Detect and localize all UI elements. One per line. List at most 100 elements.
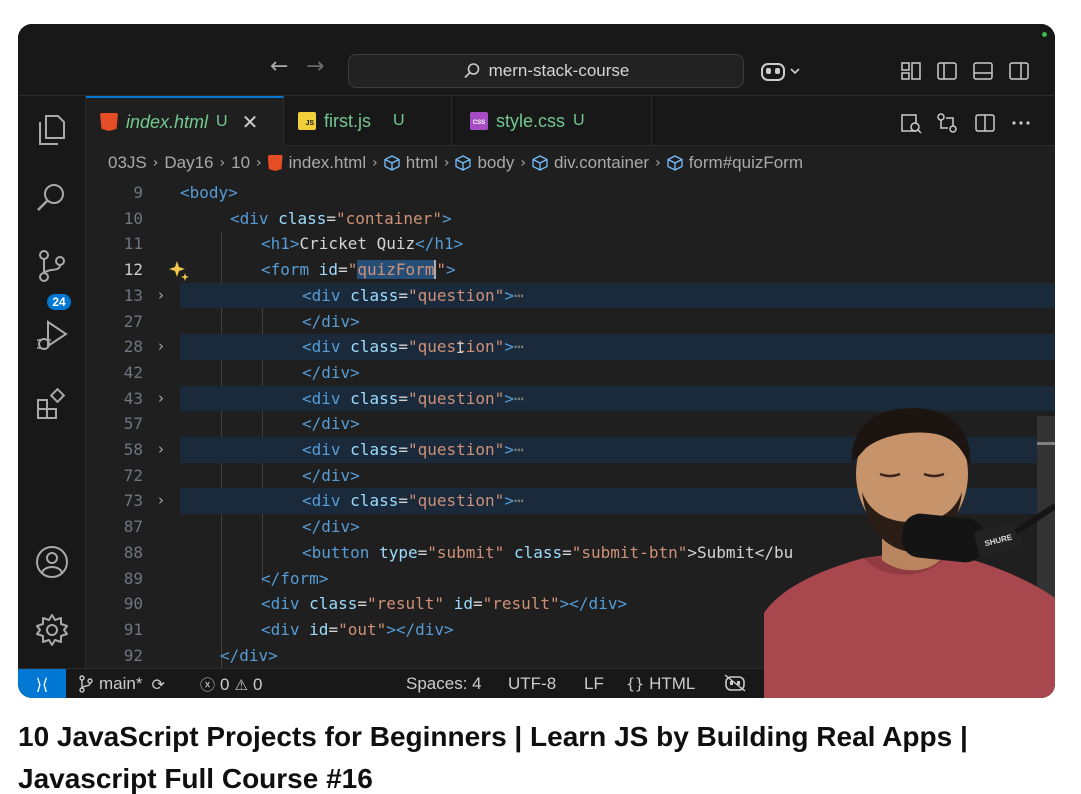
extensions-icon[interactable] [34, 386, 70, 422]
toggle-panel-icon[interactable] [972, 60, 994, 82]
presenter-webcam: SHURE [764, 408, 1055, 698]
code-token: "question" [407, 388, 505, 408]
remote-indicator-icon[interactable]: ⟩⟨ [18, 669, 66, 698]
code-token: </div> [302, 414, 360, 434]
folded-ellipsis[interactable]: ⋯ [514, 491, 524, 510]
chevron-right-icon: › [372, 155, 378, 171]
tab-label: first.js [324, 110, 371, 131]
code-line-folded[interactable]: 13 › <div class="question">⋯ [86, 282, 1055, 309]
indentation-status[interactable]: Spaces: 4 [406, 674, 482, 694]
source-control-icon[interactable] [34, 248, 70, 284]
compare-changes-icon[interactable] [936, 112, 958, 134]
fold-chevron-icon[interactable]: › [158, 386, 164, 412]
code-token: <div [261, 619, 310, 639]
forward-arrow-icon[interactable]: → [306, 56, 324, 78]
code-token: = [326, 208, 336, 228]
breadcrumb-item[interactable]: form#quizForm [689, 153, 803, 173]
fold-chevron-icon[interactable]: › [158, 334, 164, 360]
breadcrumb-item[interactable]: index.html [289, 153, 366, 173]
breadcrumb: 03JS › Day16 › 10 › index.html › html › … [86, 146, 1055, 180]
activity-bar: 24 [18, 96, 86, 668]
fold-chevron-icon[interactable]: › [158, 283, 164, 309]
encoding-status[interactable]: UTF-8 [508, 674, 556, 694]
toggle-primary-sidebar-icon[interactable] [936, 60, 958, 82]
code-line[interactable]: 42 </div> [86, 360, 1055, 386]
code-token: <div [302, 337, 351, 357]
language-label: HTML [649, 674, 696, 693]
code-token: ></div> [559, 594, 628, 614]
split-editor-icon[interactable] [974, 112, 996, 134]
code-token: class [350, 388, 399, 408]
code-line[interactable]: 27 </div> [86, 309, 1055, 335]
tab-label: style.css [496, 110, 566, 131]
folded-ellipsis[interactable]: ⋯ [514, 389, 524, 408]
tab-style-css[interactable]: CSS style.css U [452, 96, 652, 146]
code-line-current[interactable]: 12 <form id="quizForm "> [86, 257, 1055, 283]
chevron-right-icon: › [655, 155, 661, 171]
code-token: class [350, 440, 399, 459]
code-line[interactable]: 11 <h1>Cricket Quiz</h1> [86, 231, 1055, 257]
customize-layout-icon[interactable] [900, 60, 922, 82]
error-icon: ⓧ [200, 676, 216, 694]
folded-ellipsis[interactable]: ⋯ [514, 440, 524, 459]
code-line-folded[interactable]: 28 › <div class="question">⋯ [86, 334, 1055, 360]
fold-chevron-icon[interactable]: › [158, 437, 164, 463]
open-preview-icon[interactable] [900, 112, 922, 134]
eol-label: LF [584, 674, 604, 693]
warning-icon: ⚠ [234, 675, 248, 694]
eol-status[interactable]: LF [584, 674, 604, 694]
line-number: 13 [123, 285, 143, 305]
code-token: " [347, 260, 358, 280]
breadcrumb-item[interactable]: div.container [554, 153, 649, 173]
js-file-icon: JS [298, 112, 316, 130]
folded-ellipsis[interactable]: ⋯ [514, 337, 524, 356]
code-token: ></div> [386, 619, 454, 639]
braces-icon: {} [626, 675, 645, 693]
code-line[interactable]: 9 <body> [86, 180, 1055, 206]
command-center-search[interactable]: mern-stack-course [348, 54, 744, 88]
breadcrumb-item[interactable]: html [406, 153, 438, 173]
code-token: "submit" [427, 542, 505, 562]
code-token: <div [302, 285, 351, 305]
code-token: "question" [407, 440, 505, 459]
line-number: 43 [123, 388, 143, 408]
line-number: 42 [123, 362, 143, 382]
video-title[interactable]: 10 JavaScript Projects for Beginners | L… [18, 716, 1068, 794]
code-token: "container" [335, 208, 442, 228]
language-mode-status[interactable]: {} HTML [626, 674, 695, 694]
run-and-debug-icon[interactable] [34, 318, 70, 354]
breadcrumb-item[interactable]: body [477, 153, 514, 173]
video-frame[interactable]: ← → mern-stack-course 24 index.html U ✕ … [18, 24, 1055, 698]
problems-status[interactable]: ⓧ 0 ⚠ 0 [200, 674, 262, 695]
code-token: type [379, 542, 418, 562]
selected-text[interactable]: quizForm [357, 260, 435, 280]
close-icon[interactable]: ✕ [242, 110, 259, 134]
sync-icon[interactable]: ⟳ [151, 675, 164, 694]
copilot-status[interactable] [724, 674, 746, 692]
branch-status[interactable]: main* ⟳ [78, 674, 165, 694]
mouse-ibeam-cursor: I [456, 341, 465, 357]
fold-chevron-icon[interactable]: › [158, 488, 164, 514]
tab-label: index.html [126, 111, 209, 132]
tab-index-html[interactable]: index.html U ✕ [86, 96, 284, 146]
code-line[interactable]: 10 <div class="container"> [86, 206, 1055, 232]
copilot-sparkle-icon[interactable] [168, 260, 190, 282]
warning-count: 0 [252, 674, 263, 694]
breadcrumb-item[interactable]: 10 [231, 153, 250, 173]
more-actions-icon[interactable] [1010, 112, 1032, 134]
folded-ellipsis[interactable]: ⋯ [514, 286, 524, 305]
copilot-icon[interactable] [760, 60, 804, 84]
breadcrumb-item[interactable]: 03JS [108, 153, 147, 173]
settings-gear-icon[interactable] [34, 612, 70, 648]
untracked-status: U [573, 112, 585, 129]
code-token: "question" [407, 491, 505, 511]
toggle-secondary-sidebar-icon[interactable] [1008, 60, 1030, 82]
accounts-icon[interactable] [34, 544, 70, 580]
chevron-right-icon: › [152, 155, 159, 171]
search-view-icon[interactable] [34, 180, 70, 216]
error-count: 0 [220, 674, 230, 694]
explorer-icon[interactable] [34, 112, 70, 148]
breadcrumb-item[interactable]: Day16 [164, 153, 213, 173]
back-arrow-icon[interactable]: ← [270, 56, 288, 78]
tab-first-js[interactable]: JS first.js U [284, 96, 452, 146]
